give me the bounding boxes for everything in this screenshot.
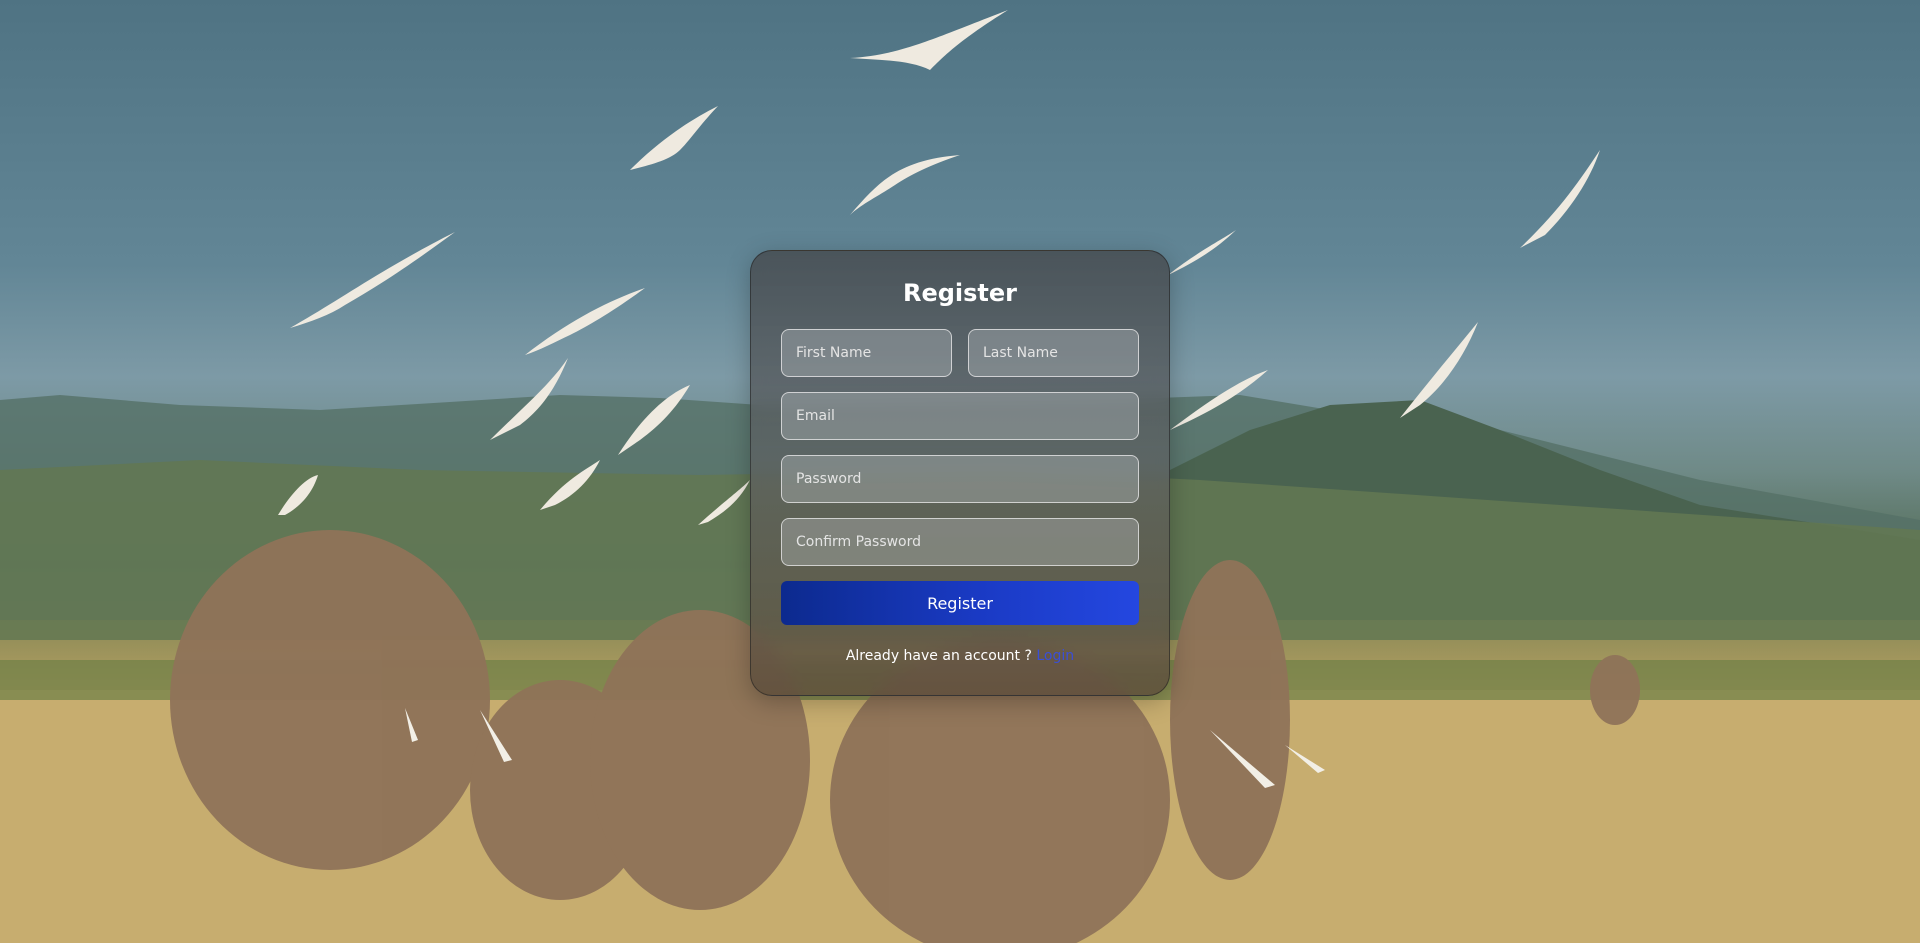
login-link[interactable]: Login: [1036, 648, 1074, 664]
first-name-input[interactable]: [781, 329, 952, 377]
email-input[interactable]: [781, 392, 1139, 440]
register-button[interactable]: Register: [781, 581, 1139, 625]
register-card: Register Register Already have an accoun…: [750, 250, 1170, 696]
password-input[interactable]: [781, 455, 1139, 503]
register-title: Register: [902, 279, 1018, 307]
confirm-password-input[interactable]: [781, 518, 1139, 566]
login-prompt: Already have an account ? Login: [751, 648, 1169, 664]
login-prompt-text: Already have an account ?: [845, 648, 1037, 664]
last-name-input[interactable]: [968, 329, 1139, 377]
